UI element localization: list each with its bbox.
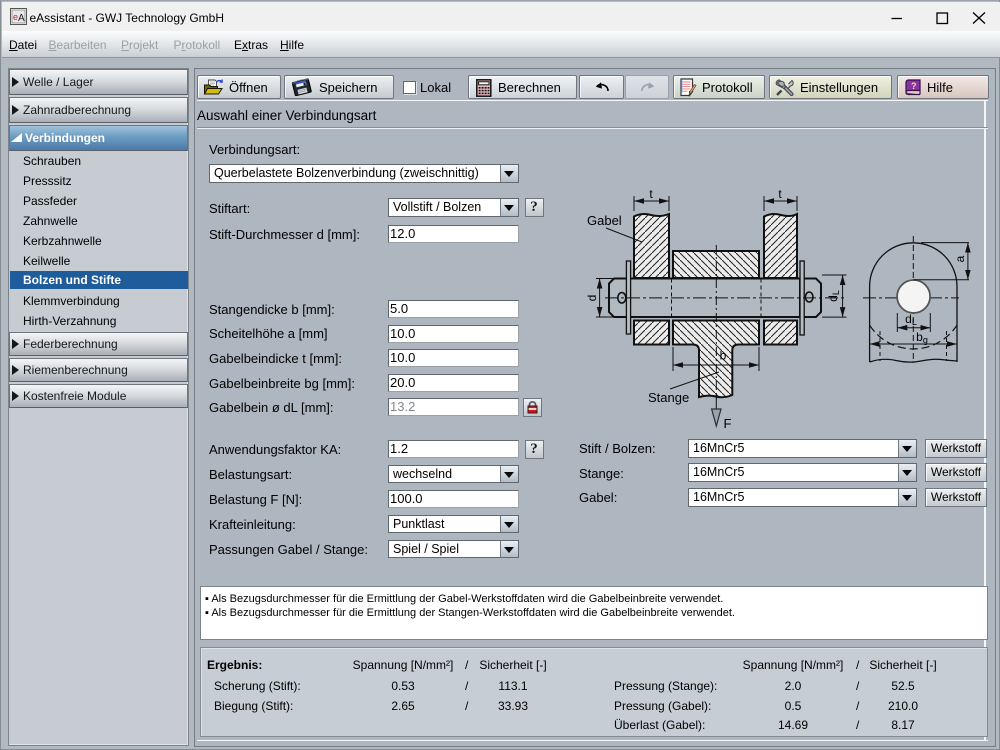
svg-text:Gabel: Gabel: [587, 213, 622, 228]
svg-text:d: d: [585, 295, 599, 302]
svg-text:dL: dL: [826, 290, 841, 302]
svg-text:t: t: [649, 187, 653, 201]
svg-text:b: b: [720, 349, 727, 363]
svg-text:A: A: [18, 13, 25, 24]
svg-text:F: F: [724, 416, 732, 431]
svg-text:dL: dL: [905, 312, 917, 327]
svg-text:?: ?: [911, 81, 917, 91]
svg-text:Stange: Stange: [648, 390, 689, 405]
svg-text:bg: bg: [916, 330, 928, 345]
svg-text:a: a: [953, 255, 967, 262]
svg-text:t: t: [778, 187, 782, 201]
